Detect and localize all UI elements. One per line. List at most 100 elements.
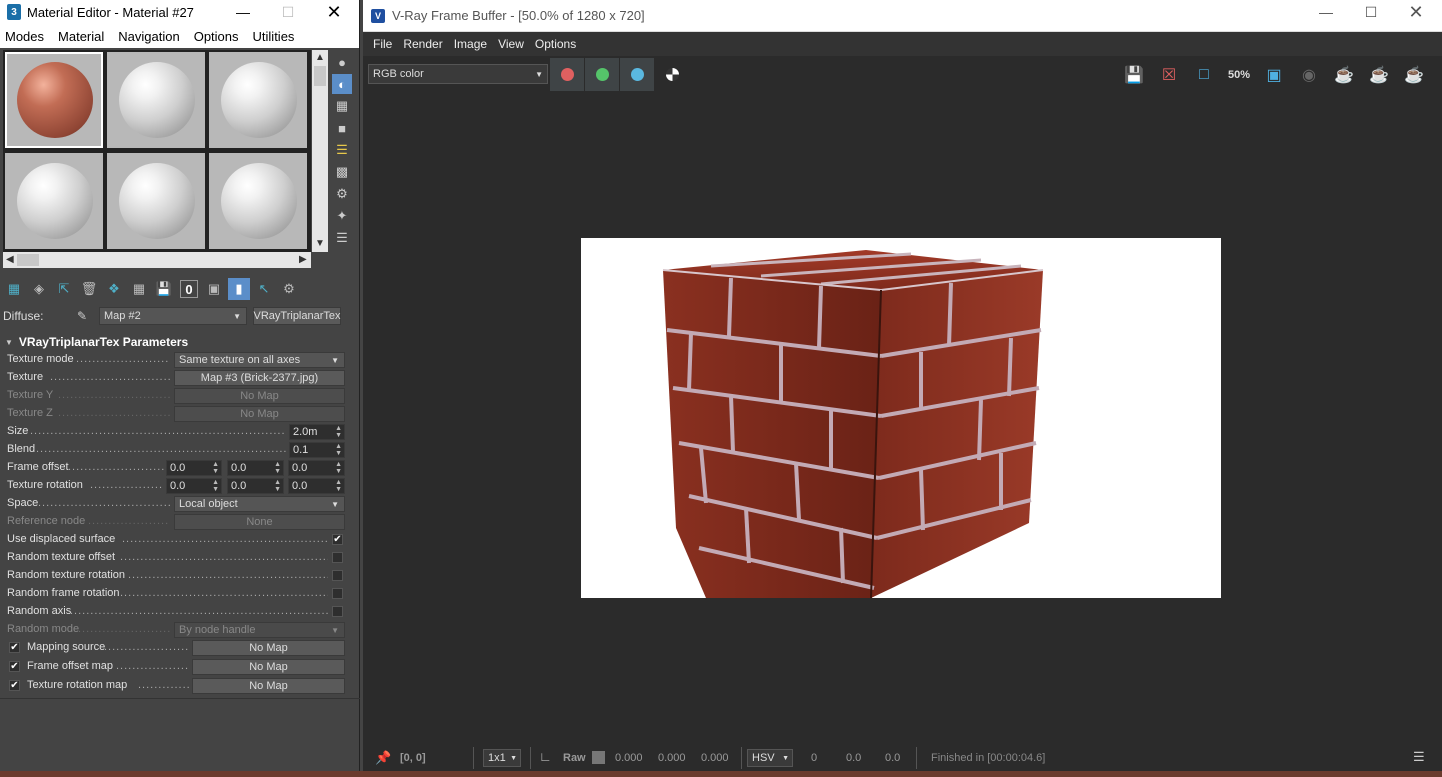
put-to-library-icon[interactable]: ▦ xyxy=(128,278,150,300)
random-texture-rotation-checkbox[interactable] xyxy=(332,570,343,581)
pin-icon[interactable]: 📌 xyxy=(375,750,391,766)
size-spinner[interactable]: 2.0m ▲ ▼ xyxy=(289,424,345,440)
mapping-source-checkbox[interactable]: ✔ xyxy=(9,642,20,653)
menu-image[interactable]: Image xyxy=(454,37,487,51)
clear-image-icon[interactable]: ☒ xyxy=(1156,62,1182,88)
space-dropdown[interactable]: Local object ▼ xyxy=(174,496,345,512)
green-channel-button[interactable] xyxy=(585,58,619,91)
close-button[interactable]: ✕ xyxy=(311,0,357,24)
options-icon[interactable]: ⚙ xyxy=(332,184,352,204)
menu-modes[interactable]: Modes xyxy=(5,29,44,44)
backlight-icon[interactable]: ◐ xyxy=(332,74,352,94)
scroll-right-icon[interactable]: ▶ xyxy=(299,254,307,265)
get-material-icon[interactable]: ▦ xyxy=(3,278,25,300)
menu-options[interactable]: Options xyxy=(194,29,239,44)
material-map-navigator-icon[interactable]: ☰ xyxy=(332,228,352,248)
render-last-icon[interactable]: ☕ xyxy=(1366,62,1392,88)
frame-offset-map-checkbox[interactable]: ✔ xyxy=(9,661,20,672)
checker-background-icon[interactable]: ▦ xyxy=(332,96,352,116)
maximize-button[interactable]: ☐ xyxy=(265,0,311,24)
diffuse-map-dropdown[interactable]: Map #2 ▼ xyxy=(99,307,247,325)
use-displaced-surface-checkbox[interactable]: ✔ xyxy=(332,534,343,545)
slots-vertical-scrollbar[interactable]: ▲ ▼ xyxy=(312,50,328,252)
mapping-source-map-button[interactable]: No Map xyxy=(192,640,345,656)
make-unique-icon[interactable]: ❖ xyxy=(103,278,125,300)
close-button[interactable]: ✕ xyxy=(1393,0,1439,24)
menu-utilities[interactable]: Utilities xyxy=(253,29,295,44)
zoom-icon[interactable]: 50% xyxy=(1226,62,1252,88)
minimize-button[interactable]: — xyxy=(1303,0,1349,24)
spinner-arrows-icon[interactable]: ▲ ▼ xyxy=(212,479,219,493)
reference-node-button[interactable]: None xyxy=(174,514,345,530)
sample-slot-5[interactable] xyxy=(107,153,205,249)
sample-slot-4[interactable] xyxy=(5,153,103,249)
assign-icon[interactable]: ⇱ xyxy=(53,278,75,300)
sample-slot-3[interactable] xyxy=(209,52,307,148)
spinner-arrows-icon[interactable]: ▲ ▼ xyxy=(335,443,342,457)
texture-rotation-z-spinner[interactable]: 0.0 ▲ ▼ xyxy=(288,478,345,494)
go-to-parent-icon[interactable]: ↖ xyxy=(253,278,275,300)
save-icon[interactable]: 💾 xyxy=(153,278,175,300)
diffuse-type-button[interactable]: VRayTriplanarTex xyxy=(253,307,341,325)
rollout-header[interactable]: ▼ VRayTriplanarTex Parameters xyxy=(0,334,352,350)
log-icon[interactable]: ☰ xyxy=(1413,749,1425,765)
menu-file[interactable]: File xyxy=(373,37,392,51)
sample-slot-6[interactable] xyxy=(209,153,307,249)
texture-rotation-x-spinner[interactable]: 0.0 ▲ ▼ xyxy=(166,478,222,494)
scroll-thumb[interactable] xyxy=(314,66,326,86)
render-icon[interactable]: ☕ xyxy=(1331,62,1357,88)
random-mode-dropdown[interactable]: By node handle ▼ xyxy=(174,622,345,638)
sphere-icon[interactable]: ● xyxy=(332,52,352,72)
frame-offset-z-spinner[interactable]: 0.0 ▲ ▼ xyxy=(288,460,345,476)
menu-navigation[interactable]: Navigation xyxy=(118,29,179,44)
scroll-thumb[interactable] xyxy=(17,254,39,266)
spinner-arrows-icon[interactable]: ▲ ▼ xyxy=(274,461,281,475)
texture-rotation-map-button[interactable]: No Map xyxy=(192,678,345,694)
pixel-ratio-dropdown[interactable]: 1x1 ▼ xyxy=(483,749,521,767)
spinner-arrows-icon[interactable]: ▲ ▼ xyxy=(335,425,342,439)
maximize-button[interactable]: ☐ xyxy=(1348,0,1394,24)
color-mode-dropdown[interactable]: HSV ▼ xyxy=(747,749,793,767)
frame-offset-x-spinner[interactable]: 0.0 ▲ ▼ xyxy=(166,460,222,476)
sample-slot-2[interactable] xyxy=(107,52,205,148)
sample-slot-1[interactable] xyxy=(5,52,103,148)
delete-icon[interactable]: 🗑 xyxy=(78,278,100,300)
frame-offset-y-spinner[interactable]: 0.0 ▲ ▼ xyxy=(227,460,284,476)
texture-z-map-button[interactable]: No Map xyxy=(174,406,345,422)
scroll-down-icon[interactable]: ▼ xyxy=(315,238,325,249)
frame-offset-map-button[interactable]: No Map xyxy=(192,659,345,675)
blue-channel-button[interactable] xyxy=(620,58,654,91)
texture-map-button[interactable]: Map #3 (Brick-2377.jpg) xyxy=(174,370,345,386)
render-interactive-icon[interactable]: ◉ xyxy=(1296,62,1322,88)
spinner-arrows-icon[interactable]: ▲ ▼ xyxy=(274,479,281,493)
make-preview-icon[interactable]: ▩ xyxy=(332,162,352,182)
scroll-left-icon[interactable]: ◀ xyxy=(6,254,14,265)
random-axis-checkbox[interactable] xyxy=(332,606,343,617)
spinner-arrows-icon[interactable]: ▲ ▼ xyxy=(335,479,342,493)
menu-view[interactable]: View xyxy=(498,37,524,51)
material-id-icon[interactable]: 0 xyxy=(180,280,198,298)
region-render-icon[interactable]: □ xyxy=(1191,62,1217,88)
random-texture-offset-checkbox[interactable] xyxy=(332,552,343,563)
scroll-up-icon[interactable]: ▲ xyxy=(315,52,325,63)
eyedropper-icon[interactable]: ✎ xyxy=(77,309,99,323)
menu-material[interactable]: Material xyxy=(58,29,104,44)
menu-render[interactable]: Render xyxy=(403,37,442,51)
alpha-channel-button[interactable] xyxy=(655,58,689,91)
red-channel-button[interactable] xyxy=(550,58,584,91)
select-by-material-icon[interactable]: ✦ xyxy=(332,206,352,226)
go-forward-icon[interactable]: ⚙ xyxy=(278,278,300,300)
track-mouse-icon[interactable]: ▣ xyxy=(1261,62,1287,88)
spinner-arrows-icon[interactable]: ▲ ▼ xyxy=(212,461,219,475)
spinner-arrows-icon[interactable]: ▲ ▼ xyxy=(335,461,342,475)
random-frame-rotation-checkbox[interactable] xyxy=(332,588,343,599)
video-color-check-icon[interactable]: ☰ xyxy=(332,140,352,160)
menu-options[interactable]: Options xyxy=(535,37,576,51)
sample-uv-icon[interactable]: ■ xyxy=(332,118,352,138)
channel-dropdown[interactable]: RGB color ▼ xyxy=(368,64,548,84)
texture-rotation-map-checkbox[interactable]: ✔ xyxy=(9,680,20,691)
show-map-icon[interactable]: ▣ xyxy=(203,278,225,300)
show-end-result-icon[interactable]: ▮ xyxy=(228,278,250,300)
teapot-icon[interactable]: ☕ xyxy=(1401,62,1427,88)
texture-y-map-button[interactable]: No Map xyxy=(174,388,345,404)
